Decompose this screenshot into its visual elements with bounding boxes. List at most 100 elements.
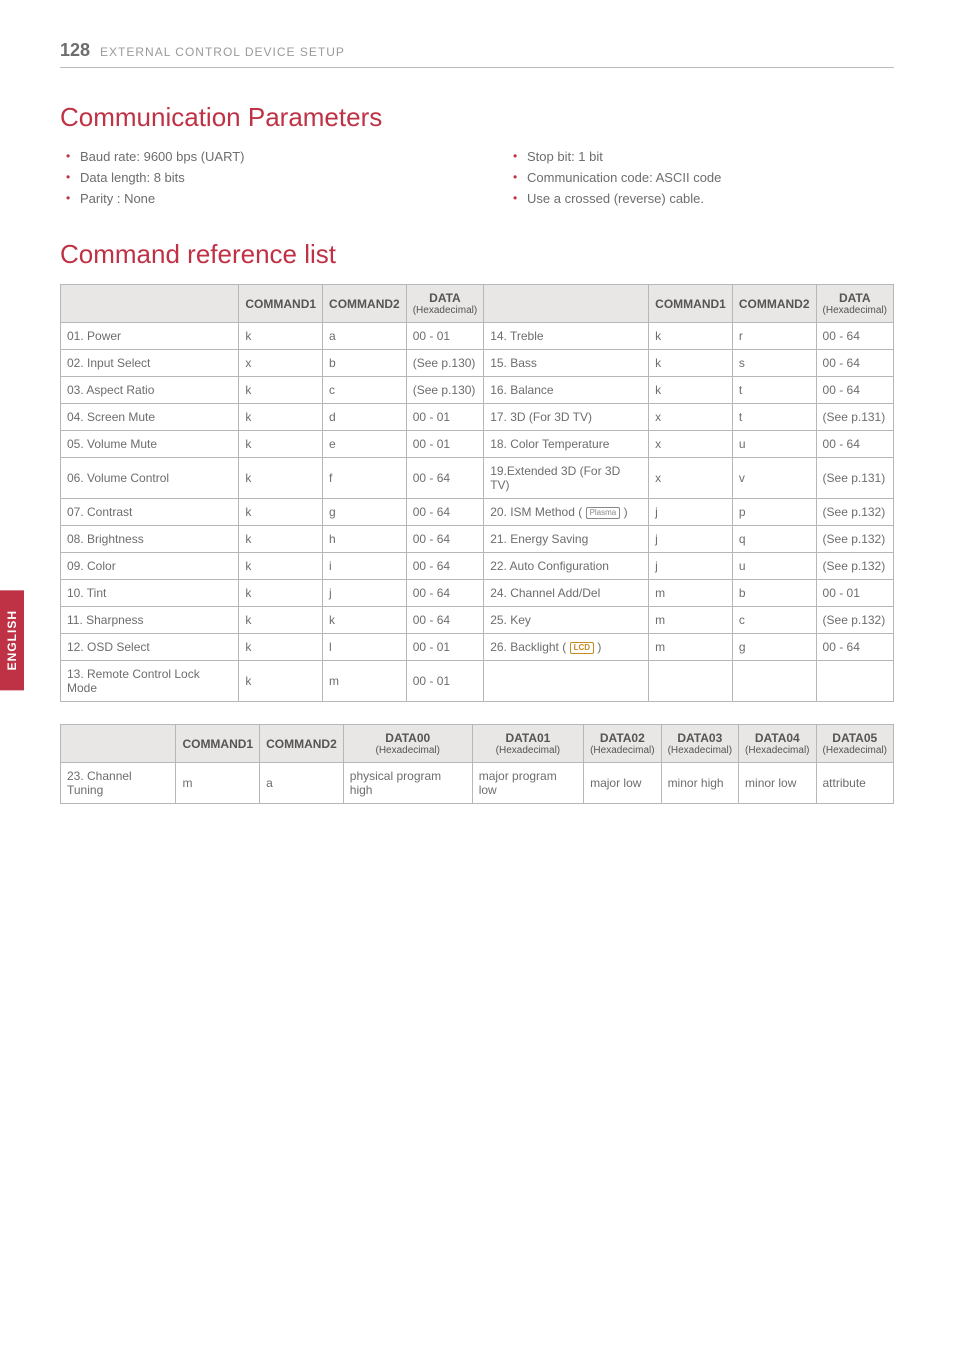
cell-cmd2: m <box>323 661 407 702</box>
comm-params-left: Baud rate: 9600 bps (UART) Data length: … <box>60 147 447 209</box>
cell-name: 16. Balance <box>484 377 649 404</box>
comm-params-columns: Baud rate: 9600 bps (UART) Data length: … <box>60 147 894 209</box>
cell-cmd2: v <box>732 458 816 499</box>
th-data04: DATA04(Hexadecimal) <box>739 725 816 763</box>
th-label: DATA02 <box>600 731 645 745</box>
cell-data: 00 - 64 <box>406 499 483 526</box>
cell-name-text: 26. Backlight ( <box>490 640 569 654</box>
cell-cmd2: e <box>323 431 407 458</box>
cell-name: 23. Channel Tuning <box>61 763 176 804</box>
cell-cmd2: q <box>732 526 816 553</box>
th-data-label: DATA <box>429 291 461 305</box>
bullet-item: Communication code: ASCII code <box>513 168 894 189</box>
cell-cmd2: u <box>732 431 816 458</box>
page-header: 128 EXTERNAL CONTROL DEVICE SETUP <box>60 40 894 61</box>
cell-name: 17. 3D (For 3D TV) <box>484 404 649 431</box>
th-command2: COMMAND2 <box>260 725 344 763</box>
cell-data: 00 - 64 <box>816 431 893 458</box>
cell-cmd2: f <box>323 458 407 499</box>
table-row: 09. Colorki00 - 6422. Auto Configuration… <box>61 553 894 580</box>
th-data: DATA(Hexadecimal) <box>406 285 483 323</box>
cell-cmd2: c <box>732 607 816 634</box>
th-label: DATA01 <box>505 731 550 745</box>
cell-name-text: ) <box>620 505 627 519</box>
cell-data: (See p.130) <box>406 377 483 404</box>
cell-cmd1: k <box>239 526 323 553</box>
cell-data: (See p.132) <box>816 499 893 526</box>
cell-cmd2: p <box>732 499 816 526</box>
th-command2: COMMAND2 <box>323 285 407 323</box>
table-row: 03. Aspect Ratiokc(See p.130)16. Balance… <box>61 377 894 404</box>
cell-cmd1: m <box>176 763 260 804</box>
cell-cmd1: k <box>239 404 323 431</box>
cell-name: 21. Energy Saving <box>484 526 649 553</box>
cell-data: 00 - 64 <box>406 458 483 499</box>
command-ref-table: COMMAND1 COMMAND2 DATA(Hexadecimal) COMM… <box>60 284 894 702</box>
cell-cmd1: k <box>239 661 323 702</box>
table-row: 13. Remote Control Lock Modekm00 - 01 <box>61 661 894 702</box>
th-data01: DATA01(Hexadecimal) <box>472 725 583 763</box>
plasma-icon: Plasma <box>586 507 621 519</box>
heading-cmd-ref: Command reference list <box>60 239 894 270</box>
bullet-item: Use a crossed (reverse) cable. <box>513 189 894 210</box>
cell-name: 14. Treble <box>484 323 649 350</box>
cell-cmd2: h <box>323 526 407 553</box>
cell-name: 04. Screen Mute <box>61 404 239 431</box>
cell-name: 03. Aspect Ratio <box>61 377 239 404</box>
cell-data: 00 - 01 <box>816 580 893 607</box>
cell-cmd1: k <box>239 431 323 458</box>
th-label: DATA04 <box>755 731 800 745</box>
table-row: 10. Tintkj00 - 6424. Channel Add/Delmb00… <box>61 580 894 607</box>
cell-name: 24. Channel Add/Del <box>484 580 649 607</box>
cell-name: 12. OSD Select <box>61 634 239 661</box>
cell-data: 00 - 01 <box>406 634 483 661</box>
cell-empty <box>484 661 649 702</box>
th-command1: COMMAND1 <box>176 725 260 763</box>
cell-name: 10. Tint <box>61 580 239 607</box>
cell-empty <box>732 661 816 702</box>
bullet-item: Data length: 8 bits <box>66 168 447 189</box>
th-command1: COMMAND1 <box>649 285 733 323</box>
cell-name: 15. Bass <box>484 350 649 377</box>
table-row: 11. Sharpnesskk00 - 6425. Keymc(See p.13… <box>61 607 894 634</box>
table-row: 04. Screen Mutekd00 - 0117. 3D (For 3D T… <box>61 404 894 431</box>
th-data: DATA(Hexadecimal) <box>816 285 893 323</box>
cell-data: (See p.132) <box>816 526 893 553</box>
cell-empty <box>816 661 893 702</box>
cell-cmd1: k <box>239 499 323 526</box>
cell-cmd1: k <box>649 323 733 350</box>
cell-d3: minor high <box>661 763 738 804</box>
cell-cmd1: k <box>239 580 323 607</box>
cell-name: 25. Key <box>484 607 649 634</box>
cell-data: (See p.131) <box>816 404 893 431</box>
cell-cmd1: k <box>239 607 323 634</box>
bullet-item: Stop bit: 1 bit <box>513 147 894 168</box>
th-label: DATA00 <box>385 731 430 745</box>
cell-cmd1: k <box>239 377 323 404</box>
cell-data: (See p.130) <box>406 350 483 377</box>
cell-name: 01. Power <box>61 323 239 350</box>
table-row: 06. Volume Controlkf00 - 6419.Extended 3… <box>61 458 894 499</box>
cell-name: 13. Remote Control Lock Mode <box>61 661 239 702</box>
cell-cmd2: k <box>323 607 407 634</box>
table-row: 02. Input Selectxb(See p.130)15. Bassks0… <box>61 350 894 377</box>
cell-cmd1: m <box>649 607 733 634</box>
cell-cmd2: b <box>323 350 407 377</box>
th-sub: (Hexadecimal) <box>668 745 732 756</box>
th-label: DATA05 <box>832 731 877 745</box>
cell-cmd1: k <box>239 458 323 499</box>
th-data05: DATA05(Hexadecimal) <box>816 725 894 763</box>
cell-cmd1: k <box>649 377 733 404</box>
language-tab: ENGLISH <box>0 590 24 690</box>
cell-cmd2: d <box>323 404 407 431</box>
cell-cmd1: j <box>649 526 733 553</box>
cell-cmd1: x <box>649 404 733 431</box>
table-row: 08. Brightnesskh00 - 6421. Energy Saving… <box>61 526 894 553</box>
bullet-item: Baud rate: 9600 bps (UART) <box>66 147 447 168</box>
cell-d5: attribute <box>816 763 894 804</box>
th-command1: COMMAND1 <box>239 285 323 323</box>
cell-cmd2: c <box>323 377 407 404</box>
comm-params-right: Stop bit: 1 bit Communication code: ASCI… <box>507 147 894 209</box>
cell-cmd2: t <box>732 377 816 404</box>
lcd-icon: LCD <box>570 642 594 654</box>
